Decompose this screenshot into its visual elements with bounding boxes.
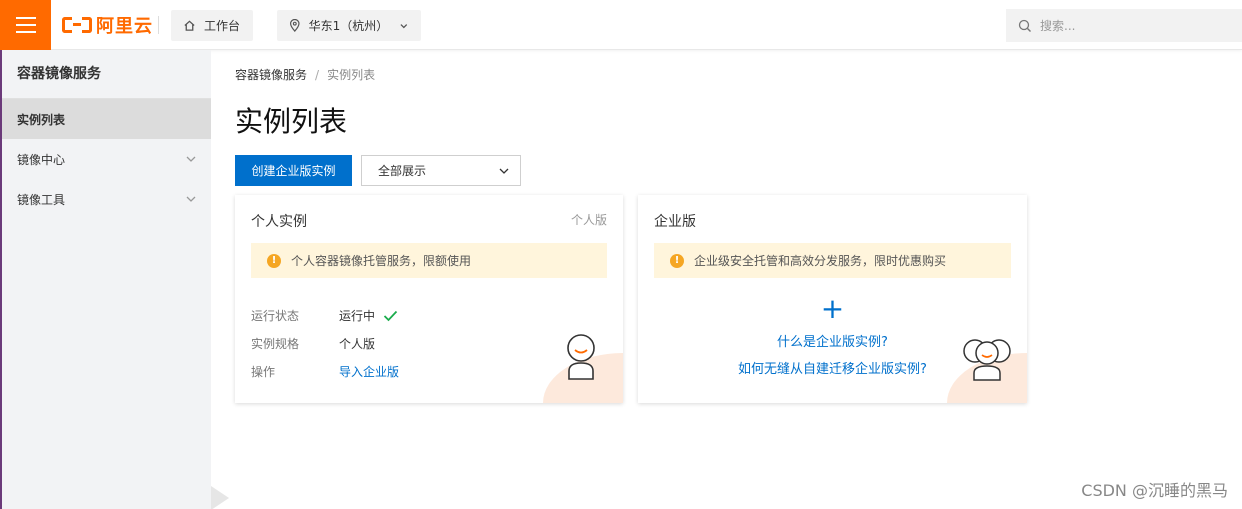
chevron-down-icon <box>400 23 408 28</box>
breadcrumb-current: 实例列表 <box>327 68 376 82</box>
personal-instance-card[interactable]: 个人实例 个人版 ! 个人容器镜像托管服务，限额使用 运行状态 运行中 实例规格… <box>235 195 623 403</box>
info-key: 运行状态 <box>251 309 300 323</box>
hamburger-menu-button[interactable] <box>0 0 51 50</box>
breadcrumb-separator: / <box>315 67 320 82</box>
page-title: 实例列表 <box>235 105 348 138</box>
instance-filter-select[interactable]: 全部展示 <box>361 155 521 186</box>
info-row-status: 运行状态 运行中 <box>251 307 398 324</box>
search-box[interactable] <box>1006 9 1242 42</box>
region-selector[interactable]: 华东1（杭州） <box>277 10 421 41</box>
search-input[interactable] <box>1040 18 1220 33</box>
home-icon <box>184 20 195 31</box>
person-avatar-icon <box>567 334 595 380</box>
info-row-spec: 实例规格 个人版 <box>251 335 375 352</box>
chevron-down-icon <box>186 156 196 162</box>
warning-icon: ! <box>267 253 281 268</box>
sidebar-item-image-tools[interactable]: 镜像工具 <box>2 179 211 219</box>
card-title: 企业版 <box>654 214 696 230</box>
create-enterprise-instance-button[interactable]: 创建企业版实例 <box>235 155 352 186</box>
info-key: 实例规格 <box>251 337 300 351</box>
info-row-action: 操作 导入企业版 <box>251 363 399 380</box>
notice-text: 企业级安全托管和高效分发服务，限时优惠购买 <box>694 254 947 268</box>
workbench-label: 工作台 <box>204 19 241 33</box>
sidebar-item-label: 实例列表 <box>17 112 66 127</box>
breadcrumb: 容器镜像服务 / 实例列表 <box>235 66 375 83</box>
notice-bar: ! 个人容器镜像托管服务，限额使用 <box>251 243 607 278</box>
brand-name: 阿里云 <box>96 16 153 37</box>
workbench-button[interactable]: 工作台 <box>171 10 253 41</box>
sidebar-item-label: 镜像工具 <box>17 192 66 207</box>
divider <box>158 16 159 34</box>
sidebar-title: 容器镜像服务 <box>2 50 211 99</box>
sidebar: 容器镜像服务 实例列表 镜像中心 镜像工具 <box>0 50 211 509</box>
top-bar: 阿里云 工作台 华东1（杭州） <box>0 0 1242 50</box>
sidebar-item-image-center[interactable]: 镜像中心 <box>2 139 211 179</box>
card-title: 个人实例 <box>251 214 307 230</box>
sidebar-item-instance-list[interactable]: 实例列表 <box>2 99 211 139</box>
aliyun-logo-icon <box>62 15 92 35</box>
add-icon[interactable]: + <box>638 295 1027 323</box>
breadcrumb-root[interactable]: 容器镜像服务 <box>235 66 307 83</box>
notice-bar: ! 企业级安全托管和高效分发服务，限时优惠购买 <box>654 243 1011 278</box>
location-pin-icon <box>289 19 300 32</box>
search-icon <box>1018 19 1031 32</box>
chevron-down-icon <box>499 168 509 174</box>
region-label: 华东1（杭州） <box>308 19 389 33</box>
notice-text: 个人容器镜像托管服务，限额使用 <box>291 254 472 268</box>
warning-icon: ! <box>670 253 684 268</box>
spec-value: 个人版 <box>339 337 376 351</box>
import-enterprise-link[interactable]: 导入企业版 <box>339 363 399 380</box>
edition-tag: 个人版 <box>570 213 607 227</box>
enterprise-instance-card[interactable]: 企业版 ! 企业级安全托管和高效分发服务，限时优惠购买 + 什么是企业版实例? … <box>638 195 1027 403</box>
hamburger-icon <box>15 17 36 19</box>
aliyun-logo[interactable]: 阿里云 <box>62 13 153 37</box>
sidebar-item-label: 镜像中心 <box>17 152 66 167</box>
status-value: 运行中 <box>339 309 376 323</box>
check-icon <box>383 310 398 321</box>
group-avatar-icon <box>963 339 1011 381</box>
chevron-down-icon <box>186 196 196 202</box>
watermark: CSDN @沉睡的黑马 <box>1081 481 1228 500</box>
info-key: 操作 <box>251 365 276 379</box>
sidebar-collapse-handle[interactable] <box>211 486 229 509</box>
select-value: 全部展示 <box>378 164 427 178</box>
